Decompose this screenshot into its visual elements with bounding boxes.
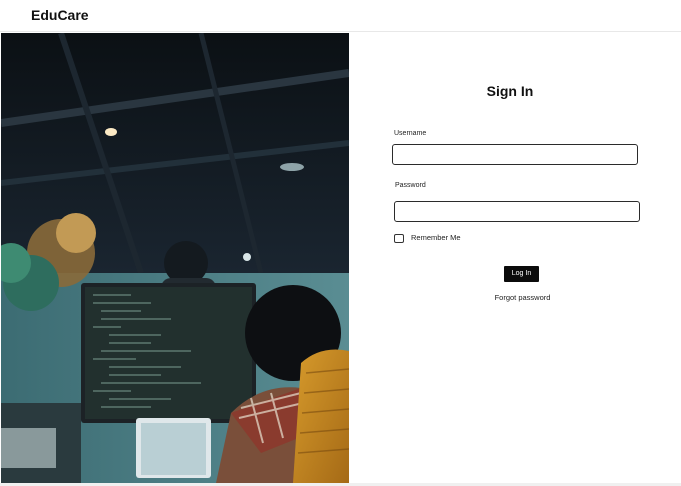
login-panel: Sign In Username Password Remember Me Lo…: [349, 33, 681, 483]
password-label: Password: [395, 182, 426, 189]
forgot-password-link[interactable]: Forgot password: [349, 293, 681, 302]
username-label: Username: [394, 130, 427, 137]
hero-photo-illustration: [1, 33, 349, 483]
brand-logo[interactable]: EduCare: [31, 7, 89, 23]
login-button[interactable]: Log In: [504, 266, 539, 282]
password-input[interactable]: [394, 201, 640, 222]
top-header: EduCare: [0, 0, 681, 32]
remember-me-label[interactable]: Remember Me: [411, 233, 461, 242]
sign-in-title: Sign In: [486, 83, 534, 99]
remember-me-checkbox[interactable]: [394, 234, 404, 243]
username-input[interactable]: [392, 144, 638, 165]
hero-image: [1, 33, 349, 483]
